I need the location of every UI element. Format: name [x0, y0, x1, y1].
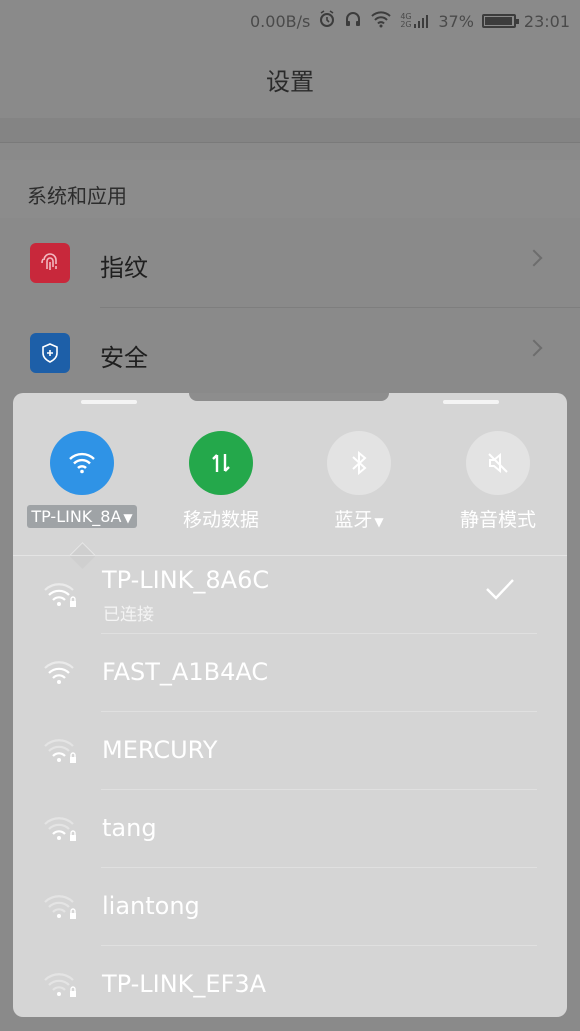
chevron-right-icon	[525, 249, 543, 267]
settings-row-security[interactable]: 安全	[0, 308, 580, 398]
wifi-ssid: liantong	[102, 892, 200, 920]
net-speed: 0.00B/s	[250, 11, 311, 31]
settings-row-label: 指纹	[100, 254, 148, 282]
battery-icon	[481, 14, 519, 28]
wifi-locked-signal-icon	[43, 892, 79, 922]
toggle-bluetooth[interactable]: 蓝牙 ▼	[294, 431, 424, 532]
signal-icon: 4G 2G	[400, 13, 430, 29]
toggle-wifi-label: TP-LINK_8A	[31, 507, 122, 526]
headphones-icon	[344, 10, 362, 32]
wifi-network-item[interactable]: FAST_A1B4AC	[13, 634, 567, 712]
wifi-ssid: TP-LINK_8A6C	[102, 566, 270, 594]
mute-icon[interactable]	[466, 431, 530, 495]
wifi-locked-signal-icon	[43, 814, 79, 844]
settings-row-fingerprint[interactable]: 指纹	[0, 218, 580, 308]
wifi-locked-signal-icon	[43, 580, 79, 610]
wifi-network-item[interactable]: TP-LINK_EF3A	[13, 946, 567, 1017]
wifi-network-item[interactable]: TP-LINK_8A6C 已连接	[13, 556, 567, 634]
status-bar: 0.00B/s 4G 2G 37% 23:01	[0, 0, 580, 40]
drag-handle-left[interactable]	[81, 400, 137, 404]
wifi-ssid: TP-LINK_EF3A	[102, 970, 267, 998]
wifi-ssid: FAST_A1B4AC	[102, 658, 269, 686]
toggle-wifi[interactable]: TP-LINK_8A ▼	[17, 431, 147, 528]
wifi-ssid: tang	[102, 814, 157, 842]
network-type: 4G 2G	[400, 12, 412, 29]
dropdown-arrow-icon: ▼	[374, 515, 384, 529]
mobile-data-icon[interactable]	[189, 431, 253, 495]
toggle-mobile-data-label: 移动数据	[182, 509, 259, 531]
alarm-icon	[318, 10, 336, 32]
section-spacer	[0, 118, 580, 143]
shield-icon	[30, 333, 70, 373]
wifi-network-item[interactable]: MERCURY	[13, 712, 567, 790]
checkmark-icon	[485, 578, 515, 604]
wifi-locked-signal-icon	[43, 970, 79, 1000]
wifi-network-list: TP-LINK_8A6C 已连接 FAST_A1B4AC MERCURY tan…	[13, 556, 567, 1017]
chevron-right-icon	[525, 339, 543, 357]
toggle-bluetooth-label-box[interactable]: 蓝牙 ▼	[294, 505, 424, 532]
toggle-wifi-label-box[interactable]: TP-LINK_8A ▼	[27, 505, 137, 528]
dropdown-arrow-icon: ▼	[123, 511, 133, 525]
wifi-status: 已连接	[103, 605, 154, 625]
quick-settings-panel: TP-LINK_8A▼ 移动数据 蓝牙▼ 静音模式 TP-LINK_8A6C	[13, 393, 567, 1017]
wifi-icon	[370, 10, 392, 32]
wifi-network-item[interactable]: liantong	[13, 868, 567, 946]
clock: 23:01	[523, 11, 570, 31]
settings-row-label: 安全	[100, 344, 148, 372]
drag-handle-right[interactable]	[443, 400, 499, 404]
fingerprint-icon	[30, 243, 70, 283]
wifi-ssid: MERCURY	[102, 736, 218, 764]
wifi-icon[interactable]	[50, 431, 114, 495]
panel-notch	[189, 393, 389, 401]
wifi-signal-icon	[43, 658, 79, 688]
wifi-network-item[interactable]: tang	[13, 790, 567, 868]
bluetooth-icon[interactable]	[327, 431, 391, 495]
toggle-mobile-data[interactable]: 移动数据	[156, 431, 286, 532]
toggle-mute-label: 静音模式	[459, 509, 536, 531]
wifi-locked-signal-icon	[43, 736, 79, 766]
page-title: 设置	[0, 40, 580, 119]
section-header-label: 系统和应用	[27, 184, 127, 208]
battery-percent: 37%	[438, 11, 474, 31]
section-header: 系统和应用	[0, 160, 580, 218]
toggle-bluetooth-label: 蓝牙	[334, 509, 373, 531]
toggle-mute[interactable]: 静音模式	[433, 431, 563, 532]
